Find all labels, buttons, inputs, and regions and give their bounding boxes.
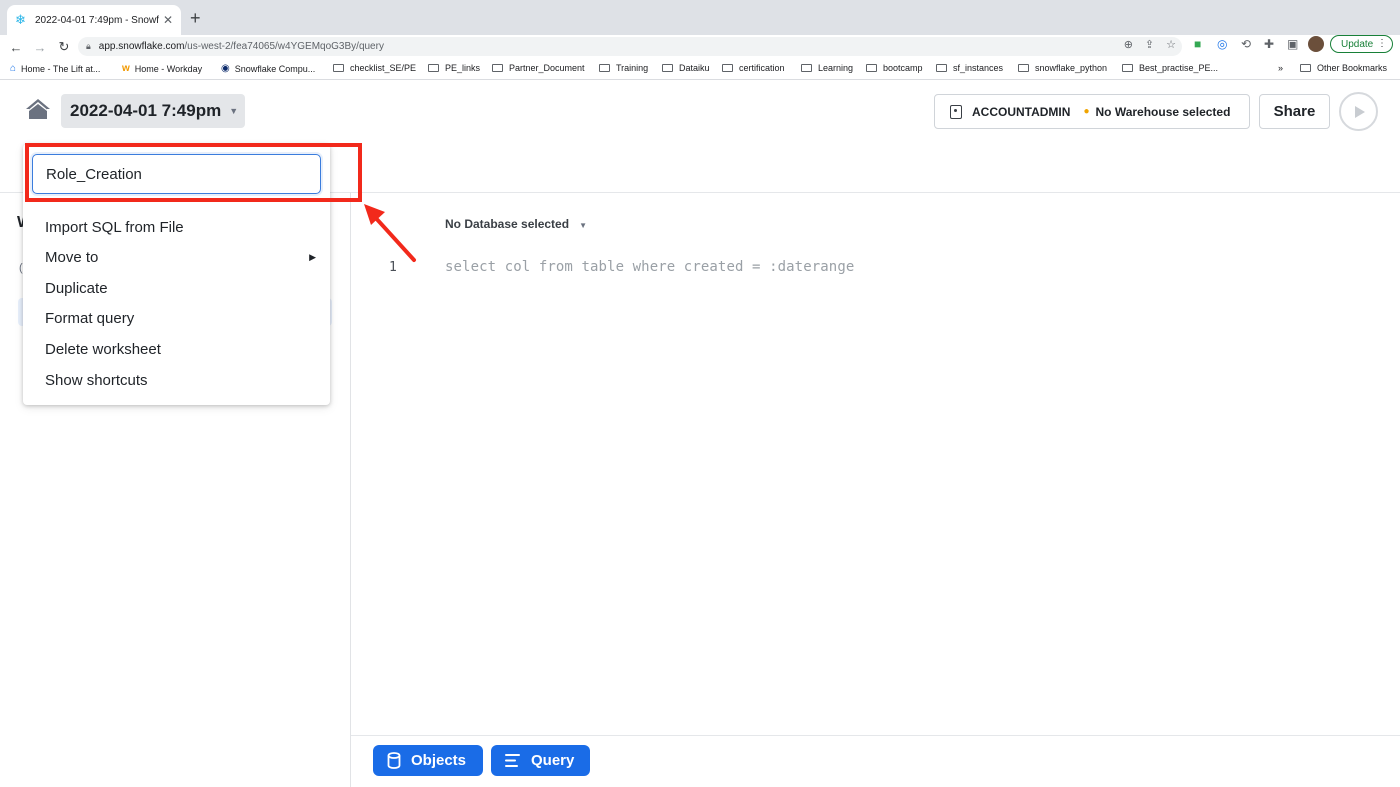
folder-icon xyxy=(492,64,503,72)
address-bar[interactable]: 🔒︎ app.snowflake.com/us-west-2/fea74065/… xyxy=(78,37,1182,56)
menu-item-label: Move to xyxy=(45,248,99,266)
bookmarks-bar: ⌂ Home - The Lift at... w Home - Workday ◉… xyxy=(0,59,1400,80)
reload-icon[interactable]: ↻ xyxy=(52,39,76,55)
bookmark-folder[interactable]: certification xyxy=(722,63,785,73)
close-tab-icon[interactable]: ✕ xyxy=(163,13,173,27)
caret-down-icon: ▼ xyxy=(579,221,587,230)
browser-tab-strip: ❄ 2022-04-01 7:49pm - Snowfla ✕ + xyxy=(0,0,1400,35)
objects-button[interactable]: Objects xyxy=(373,745,483,776)
profile-avatar[interactable] xyxy=(1308,36,1324,52)
zoom-icon[interactable]: ⊕ xyxy=(1124,38,1133,51)
bookmark-folder[interactable]: snowflake_python xyxy=(1018,63,1107,73)
bookmark-item[interactable]: w Home - Workday xyxy=(122,63,202,74)
home-icon[interactable] xyxy=(25,98,51,120)
bookmark-folder[interactable]: Learning xyxy=(801,63,853,73)
folder-icon xyxy=(1122,64,1133,72)
share-button[interactable]: Share xyxy=(1259,94,1330,129)
bookmark-item[interactable]: ⌂ Home - The Lift at... xyxy=(10,63,100,74)
url-host: app.snowflake.com xyxy=(98,41,185,52)
bookmark-folder[interactable]: sf_instances xyxy=(936,63,1003,73)
browser-tab-title: 2022-04-01 7:49pm - Snowfla xyxy=(35,14,159,26)
browser-tab[interactable]: ❄ 2022-04-01 7:49pm - Snowfla ✕ xyxy=(7,5,181,35)
worksheet-title: 2022-04-01 7:49pm xyxy=(70,101,222,120)
house-icon: ⌂ xyxy=(10,63,17,74)
database-icon xyxy=(387,752,401,769)
database-label: No Database selected xyxy=(445,217,570,231)
extensions-puzzle-icon[interactable]: ✚ xyxy=(1264,37,1274,51)
bookmark-folder[interactable]: Training xyxy=(599,63,648,73)
lines-icon xyxy=(505,754,520,767)
annotation-arrow-icon xyxy=(364,204,416,262)
browser-update-button[interactable]: Update ⋮ xyxy=(1330,35,1393,53)
back-arrow-icon[interactable]: ← xyxy=(4,40,28,55)
context-selector[interactable]: ACCOUNTADMIN ● No Warehouse selected xyxy=(934,94,1250,129)
bookmark-folder[interactable]: checklist_SE/PE xyxy=(333,63,416,73)
folder-icon xyxy=(801,64,812,72)
folder-icon xyxy=(936,64,947,72)
folder-icon xyxy=(866,64,877,72)
folder-icon xyxy=(428,64,439,72)
warehouse-status-dot: ● xyxy=(1083,106,1090,117)
circle-logo-icon: ◉ xyxy=(221,63,230,74)
worksheet-title-dropdown[interactable]: 2022-04-01 7:49pm ▼ xyxy=(61,94,245,128)
code-line[interactable]: select col from table where created = :d… xyxy=(445,259,854,275)
bookmark-item[interactable]: ◉ Snowflake Compu... xyxy=(221,63,315,74)
other-bookmarks-folder[interactable]: Other Bookmarks xyxy=(1300,63,1387,73)
menu-item-move-to[interactable]: Move to ▶ xyxy=(23,242,330,272)
sidepanel-icon[interactable]: ▣ xyxy=(1287,37,1298,51)
menu-item-delete-worksheet[interactable]: Delete worksheet xyxy=(23,334,330,364)
query-button[interactable]: Query xyxy=(491,745,590,776)
folder-icon xyxy=(599,64,610,72)
query-label: Query xyxy=(531,752,575,769)
folder-icon xyxy=(333,64,344,72)
footer-divider xyxy=(351,735,1400,736)
forward-arrow-icon[interactable]: → xyxy=(28,40,52,55)
workday-icon: w xyxy=(122,63,130,74)
kebab-menu-icon: ⋮ xyxy=(1377,38,1387,49)
submenu-arrow-icon: ▶ xyxy=(309,251,316,262)
new-tab-button[interactable]: + xyxy=(190,9,201,27)
update-label: Update xyxy=(1341,38,1374,50)
share-page-icon[interactable]: ⇪ xyxy=(1145,38,1154,51)
url-path: /us-west-2/fea74065/w4YGEMqoG3By/query xyxy=(184,41,384,52)
bookmark-folder[interactable]: PE_links xyxy=(428,63,480,73)
menu-item-format-query[interactable]: Format query xyxy=(23,303,330,333)
bookmark-folder[interactable]: Dataiku xyxy=(662,63,710,73)
snowflake-favicon-icon: ❄ xyxy=(15,12,26,27)
bookmark-folder[interactable]: Best_practise_PE... xyxy=(1122,63,1218,73)
bookmark-folder[interactable]: Partner_Document xyxy=(492,63,585,73)
menu-item-show-shortcuts[interactable]: Show shortcuts xyxy=(23,365,330,395)
database-selector[interactable]: No Database selected ▼ xyxy=(445,217,587,231)
objects-label: Objects xyxy=(411,752,467,769)
warehouse-label: No Warehouse selected xyxy=(1095,104,1231,119)
role-label: ACCOUNTADMIN xyxy=(972,104,1071,119)
bookmarks-overflow-button[interactable]: » xyxy=(1278,63,1283,73)
menu-item-import-sql[interactable]: Import SQL from File xyxy=(23,212,330,242)
role-badge-icon xyxy=(950,104,962,119)
play-icon xyxy=(1355,105,1365,118)
folder-icon xyxy=(662,64,673,72)
bookmark-star-icon[interactable]: ☆ xyxy=(1166,38,1176,51)
lock-icon: 🔒︎ xyxy=(86,41,91,51)
bookmark-folder[interactable]: bootcamp xyxy=(866,63,923,73)
sidebar-divider xyxy=(350,192,351,787)
menu-item-duplicate[interactable]: Duplicate xyxy=(23,273,330,303)
folder-icon xyxy=(1300,64,1311,72)
annotation-highlight-box xyxy=(25,143,362,202)
extension-sync-icon[interactable]: ⟲ xyxy=(1241,37,1251,51)
folder-icon xyxy=(1018,64,1029,72)
extension-password-icon[interactable]: ◎ xyxy=(1217,37,1227,51)
folder-icon xyxy=(722,64,733,72)
extension-green-icon[interactable]: ■ xyxy=(1194,37,1201,51)
run-button[interactable] xyxy=(1339,92,1378,131)
caret-down-icon: ▼ xyxy=(229,106,239,116)
